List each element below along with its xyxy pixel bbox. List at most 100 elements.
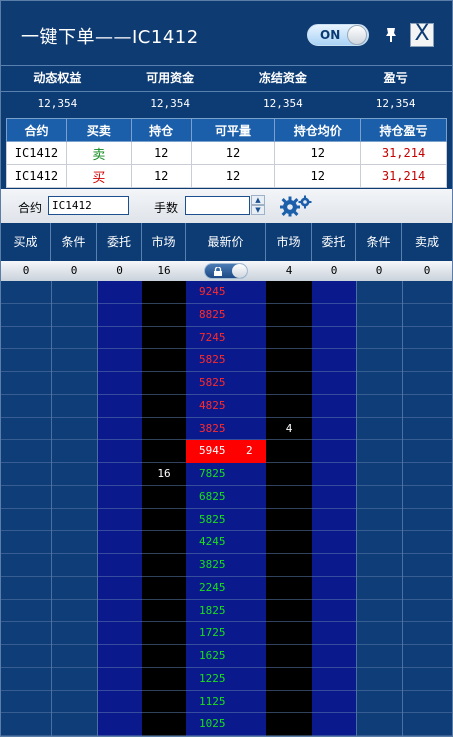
ladder-column-sell-filled[interactable]: [402, 281, 452, 736]
bid-market-volume: 16: [157, 467, 171, 480]
ladder-col-ask-market: 市场: [266, 223, 312, 261]
ladder-price-value: 8825: [199, 307, 226, 321]
ladder-col-bid-market: 市场: [142, 223, 186, 261]
sum-buy-filled: 0: [22, 264, 30, 277]
table-row[interactable]: IC1412 买 12 12 12 31,214: [6, 164, 447, 188]
ladder-column-bid-market: [142, 281, 186, 736]
ladder-price-cell: 3825: [186, 418, 266, 441]
col-closable[interactable]: 可平量: [190, 118, 276, 142]
stepper-down-icon[interactable]: ▼: [251, 205, 265, 215]
ladder-col-buy-condition: 条件: [51, 223, 97, 261]
ladder-price-cell: 1825: [186, 600, 266, 623]
contract-label: 合约: [18, 201, 43, 215]
toggle-knob[interactable]: [347, 25, 367, 45]
sum-bid-market: 16: [157, 264, 171, 277]
last-volume: 2: [246, 444, 253, 458]
ladder-column-ask-market: [266, 281, 312, 736]
quantity-label: 手数: [154, 201, 179, 215]
price-lock-toggle[interactable]: [204, 263, 248, 279]
ladder-price-value: 4825: [199, 398, 226, 412]
table-row[interactable]: IC1412 卖 12 12 12 31,214: [6, 141, 447, 165]
sum-sell-order: 0: [330, 264, 338, 277]
ladder-price-cell: 9245: [186, 281, 266, 304]
col-hold[interactable]: 持仓: [130, 118, 192, 142]
ladder-price-value: 3825: [199, 558, 226, 571]
ladder-price-cell: 3825: [186, 554, 266, 577]
last-price-cell: 5945 2: [186, 440, 266, 463]
order-window: 一键下单——IC1412 ON X 动态权益 可用资金 冻结资金 盈亏 12,3…: [0, 0, 453, 737]
ladder-price-value: 6825: [199, 489, 226, 503]
ladder-price-value: 1125: [199, 694, 226, 708]
col-position-pl[interactable]: 持仓盈亏: [360, 118, 447, 142]
ladder-summary-row: 0 0 0 16 4 0 0 0: [1, 261, 452, 281]
ladder-col-buy-order: 委托: [97, 223, 142, 261]
ladder-price-cell: 1025: [186, 713, 266, 736]
ladder-col-buy-filled: 买成: [1, 223, 51, 261]
ladder-price-cell: 4245: [186, 531, 266, 554]
ladder-price-cell: 7245: [186, 327, 266, 350]
ladder-column-sell-order[interactable]: [312, 281, 356, 736]
ladder-col-sell-condition: 条件: [356, 223, 402, 261]
cell-hold: 12: [130, 164, 192, 188]
settings-gear-icon[interactable]: [279, 195, 313, 217]
cell-side: 卖: [65, 141, 132, 165]
account-summary: 动态权益 可用资金 冻结资金 盈亏 12,354 12,354 12,354 1…: [1, 65, 452, 117]
sum-ask-market: 4: [285, 264, 293, 277]
ladder-column-buy-order[interactable]: [97, 281, 142, 736]
ladder-price-value: 1825: [199, 603, 226, 617]
quantity-input[interactable]: [185, 196, 250, 215]
col-contract[interactable]: 合约: [6, 118, 67, 142]
ladder-price-value: 7825: [199, 467, 226, 480]
ladder-price-value: 3825: [199, 421, 226, 435]
account-value-row: 12,354 12,354 12,354 12,354: [1, 91, 452, 117]
lock-toggle-knob[interactable]: [232, 264, 247, 278]
cell-closable: 12: [190, 164, 276, 188]
on-off-toggle[interactable]: ON: [307, 24, 369, 46]
ladder-header: 买成 条件 委托 市场 最新价 市场 委托 条件 卖成: [1, 223, 452, 261]
window-title: 一键下单——IC1412: [21, 27, 199, 48]
ladder-column-sell-condition[interactable]: [356, 281, 402, 736]
close-button[interactable]: X: [410, 23, 434, 47]
ladder-price-value: 5825: [199, 512, 226, 526]
ladder-column-buy-filled[interactable]: [1, 281, 51, 736]
account-value-equity: 12,354: [37, 97, 78, 110]
cell-contract: IC1412: [6, 141, 67, 165]
col-side[interactable]: 买卖: [65, 118, 132, 142]
ladder-price-cell: 5825: [186, 349, 266, 372]
price-ladder: 9245 8825 7245 5825 5825 4825 3825 4 5945 2 7825 16…: [1, 281, 452, 736]
cell-avg: 12: [274, 164, 362, 188]
price-lock-cell: [186, 261, 266, 281]
ladder-price-value: 1725: [199, 626, 226, 640]
stepper-up-icon[interactable]: ▲: [251, 195, 265, 205]
ladder-price-value: 5825: [199, 376, 226, 389]
ladder-price-cell: 8825: [186, 304, 266, 327]
sum-sell-condition: 0: [375, 264, 383, 277]
sum-buy-order: 0: [116, 264, 123, 277]
cell-hold: 12: [130, 141, 192, 165]
sum-buy-condition: 0: [70, 264, 78, 277]
ladder-price-cell: 6825: [186, 486, 266, 509]
col-avg-price[interactable]: 持仓均价: [274, 118, 362, 142]
toggle-label: ON: [320, 28, 341, 42]
title-bar: 一键下单——IC1412 ON X: [1, 1, 452, 65]
quantity-stepper[interactable]: ▲ ▼: [251, 195, 265, 216]
contract-input[interactable]: IC1412: [48, 196, 129, 215]
cell-pl: 31,214: [360, 164, 447, 188]
positions-table: 合约 买卖 持仓 可平量 持仓均价 持仓盈亏 IC1412 卖 12 12 12…: [6, 118, 447, 188]
ladder-col-sell-order: 委托: [312, 223, 356, 261]
account-value-frozen: 12,354: [263, 97, 303, 110]
ladder-price-value: 1225: [199, 671, 226, 685]
lock-icon: [214, 267, 222, 276]
ladder-price-cell: 5825: [186, 509, 266, 532]
account-value-pl: 12,354: [375, 97, 416, 110]
ask-market-volume: 4: [285, 421, 293, 435]
ladder-price-cell: 2245: [186, 577, 266, 600]
ladder-price-cell: 4825: [186, 395, 266, 418]
ladder-column-buy-condition[interactable]: [51, 281, 97, 736]
ladder-price-cell: 5825: [186, 372, 266, 395]
ladder-price-cell: 1725: [186, 622, 266, 645]
pin-icon[interactable]: [383, 27, 399, 43]
ladder-price-value: 9245: [199, 285, 226, 298]
ladder-col-sell-filled: 卖成: [414, 235, 439, 249]
ladder-price-value: 4245: [199, 535, 226, 549]
